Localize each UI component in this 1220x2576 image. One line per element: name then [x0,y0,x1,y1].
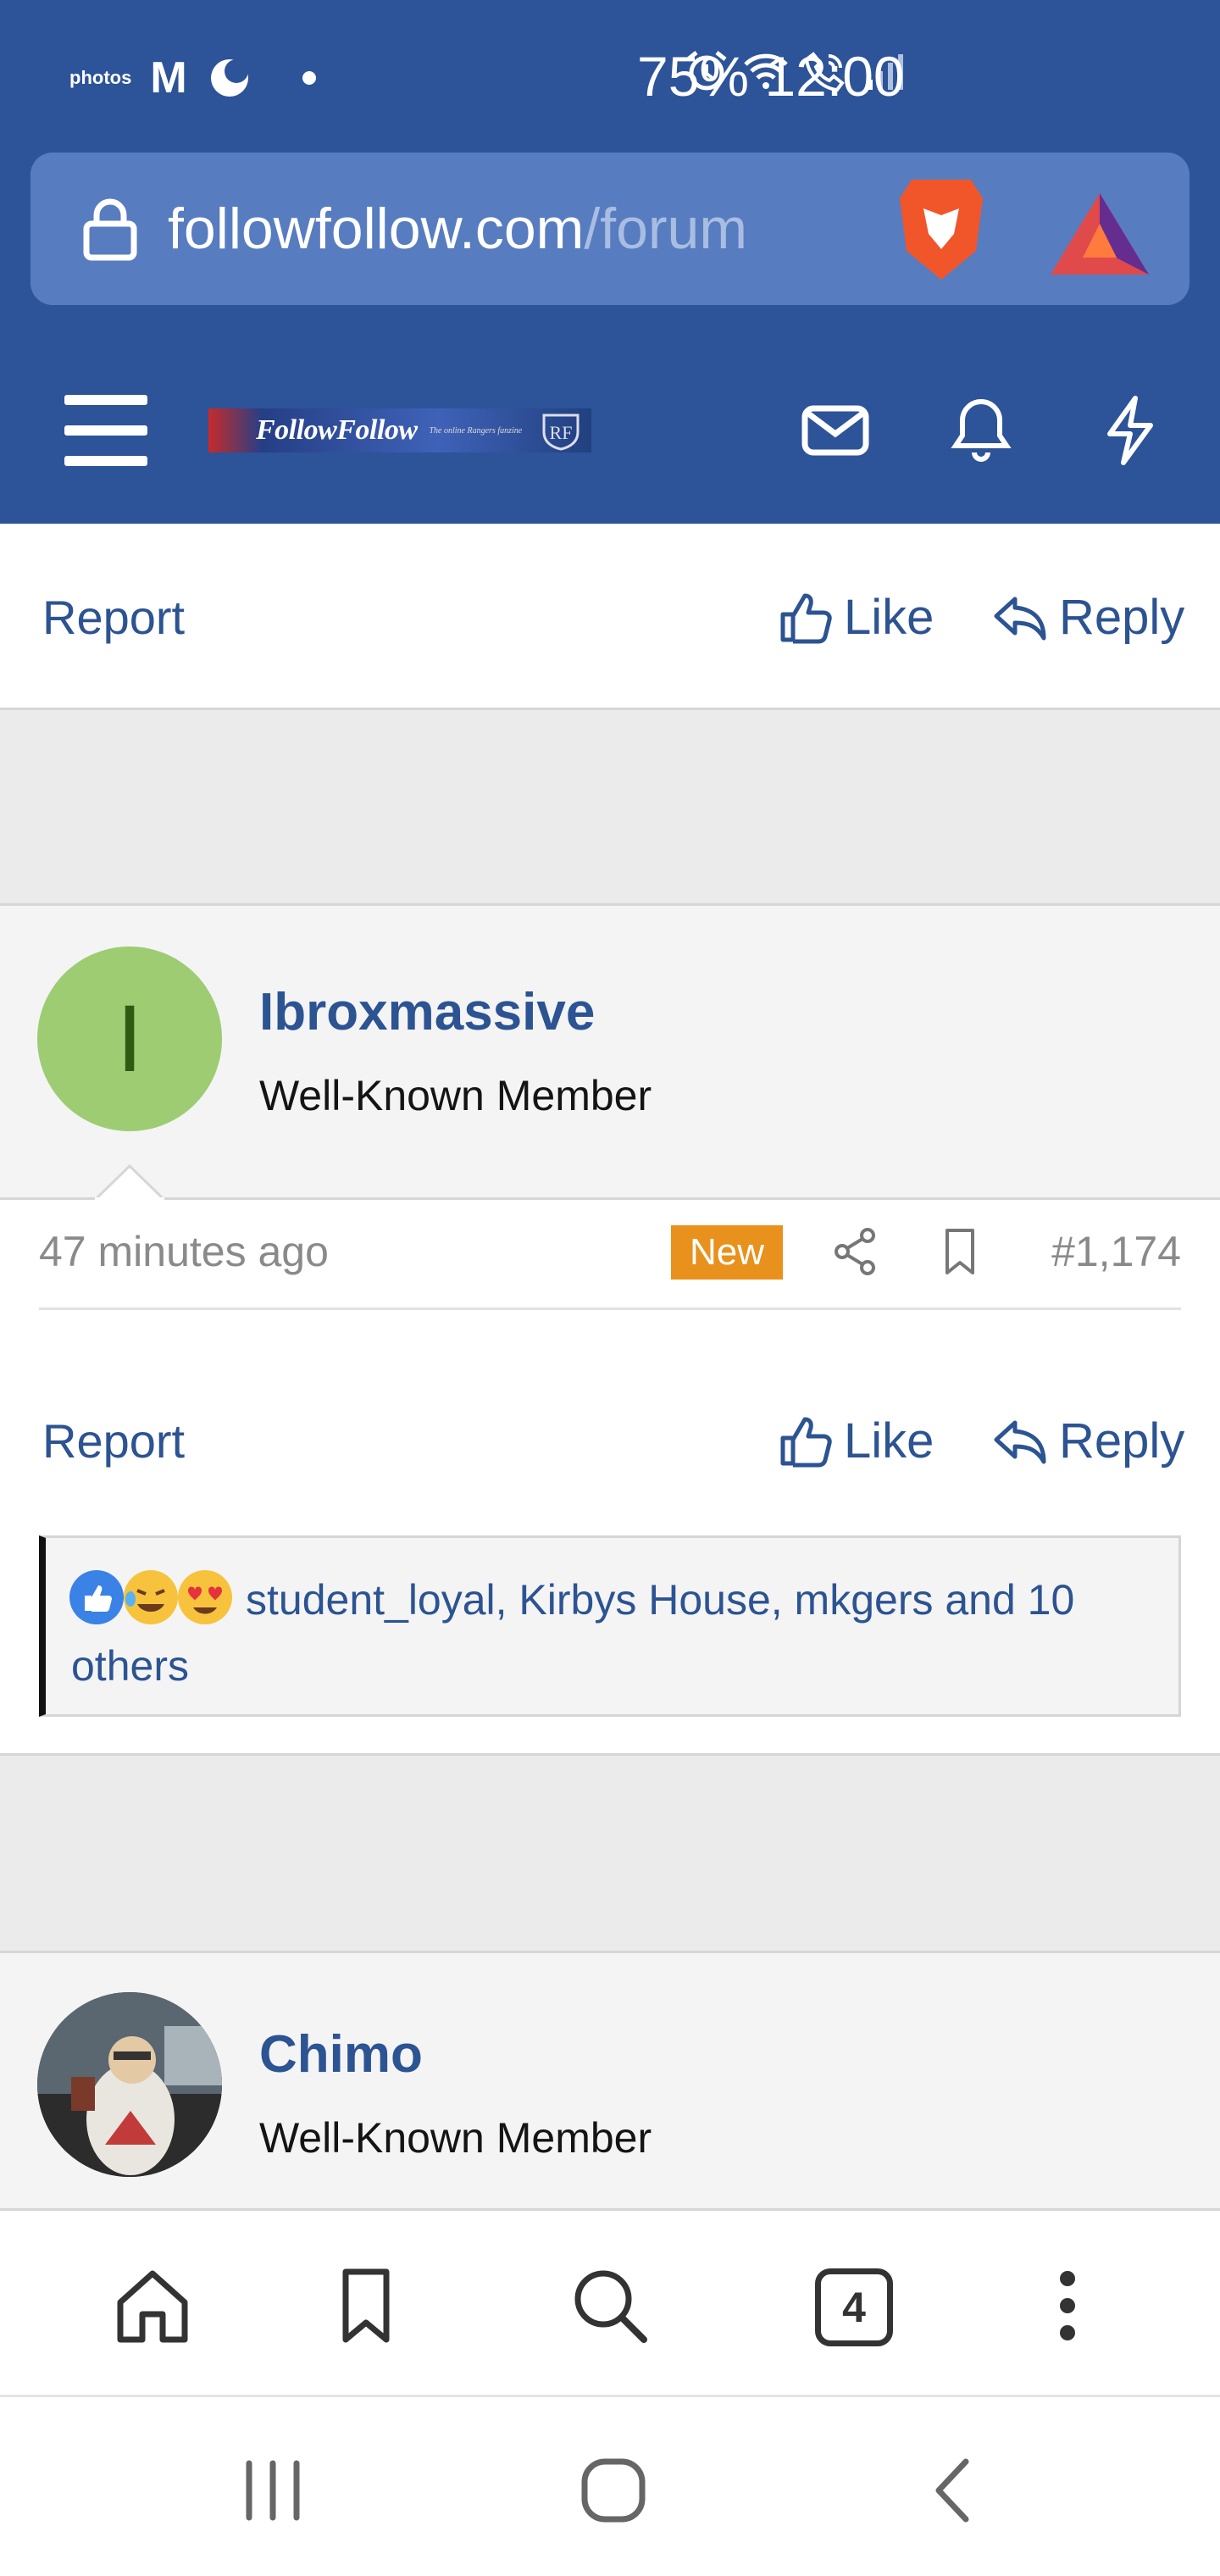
tabs-icon[interactable]: 4 [815,2268,893,2346]
home-icon[interactable] [110,2263,195,2348]
post-author-panel: I Ibroxmassive Well-Known Member [0,903,1220,1200]
url-domain: followfollow.com [168,197,585,261]
reply-button[interactable]: Reply [993,588,1184,647]
previous-post-actions: Report Like Reply [0,524,1220,710]
user-title: Well-Known Member [259,2114,652,2162]
report-link[interactable]: Report [42,1412,185,1471]
url-path: /forum [584,197,748,261]
bolt-icon[interactable] [1093,393,1167,468]
forum-header: FollowFollow The online Rangers fanzine … [0,337,1220,524]
user-title: Well-Known Member [259,1072,652,1119]
like-label: Like [844,590,934,645]
notification-icons: photos M [69,54,316,102]
gmail-icon: M [150,53,187,103]
author-caret [95,1163,164,1200]
reply-icon [994,597,1046,641]
report-link[interactable]: Report [42,588,185,647]
crest-icon: RF [542,414,580,451]
post-time[interactable]: 47 minutes ago [39,1224,329,1280]
thumbs-up-icon [780,593,832,644]
mail-icon[interactable] [798,393,873,468]
recent-apps-icon[interactable] [232,2450,313,2531]
bookmark-icon[interactable] [934,1225,986,1278]
share-icon[interactable] [830,1225,883,1278]
browser-bottom-toolbar: 4 [0,2208,1220,2395]
avatar-photo-icon [37,1992,222,2177]
more-notifications-dot [302,71,316,85]
avatar[interactable] [37,1992,222,2177]
status-bar: photos M 75% 12:00 [0,0,1220,153]
battery-level: 75% [637,45,750,108]
reply-button[interactable]: Reply [993,1412,1184,1471]
logo-text: FollowFollow [256,414,418,446]
new-badge: New [671,1225,783,1280]
amazon-photos-icon: photos [69,67,132,88]
post-meta: 47 minutes ago New #1,174 [0,1200,1220,1310]
reply-label: Reply [1059,1413,1185,1468]
more-icon[interactable] [1025,2263,1110,2348]
reply-icon [994,1420,1046,1464]
battery-and-clock: 75% 12:00 [637,42,905,110]
divider [39,1307,1181,1310]
logo-subtext: The online Rangers fanzine [429,425,523,436]
svg-text:RF: RF [550,422,573,443]
search-icon[interactable] [568,2263,652,2348]
like-button[interactable]: Like [778,588,934,647]
url-text[interactable]: followfollow.com/forum [168,192,747,266]
brave-rewards-icon[interactable] [1047,190,1152,278]
address-bar[interactable]: followfollow.com/forum [30,153,1190,305]
bell-icon[interactable] [944,393,1018,468]
lock-icon[interactable] [76,195,144,263]
post-number[interactable]: #1,174 [1051,1224,1181,1280]
reactions-bar[interactable]: student_loyal, Kirbys House, mkgers and … [39,1535,1181,1717]
clock: 12:00 [764,45,905,108]
post-body: 47 minutes ago New #1,174 Report Like Re… [0,1163,1220,1756]
system-navigation-bar [0,2395,1220,2576]
back-icon[interactable] [913,2450,995,2531]
site-logo[interactable]: FollowFollow The online Rangers fanzine … [208,408,591,452]
reply-label: Reply [1059,590,1185,645]
hamburger-menu-icon[interactable] [64,395,147,466]
bookmark-icon[interactable] [324,2263,408,2348]
home-button-icon[interactable] [573,2450,654,2531]
username[interactable]: Ibroxmassive [259,980,595,1045]
reactions-text[interactable]: student_loyal, Kirbys House, mkgers and … [71,1567,1156,1699]
next-post-author-panel: Chimo Well-Known Member [0,1951,1220,2239]
avatar[interactable]: I [37,947,222,1131]
moon-icon [210,59,248,97]
like-button[interactable]: Like [778,1412,934,1471]
thumbs-up-icon [780,1417,832,1468]
like-label: Like [844,1413,934,1468]
username[interactable]: Chimo [259,2023,423,2087]
brave-shields-icon[interactable] [893,175,990,283]
